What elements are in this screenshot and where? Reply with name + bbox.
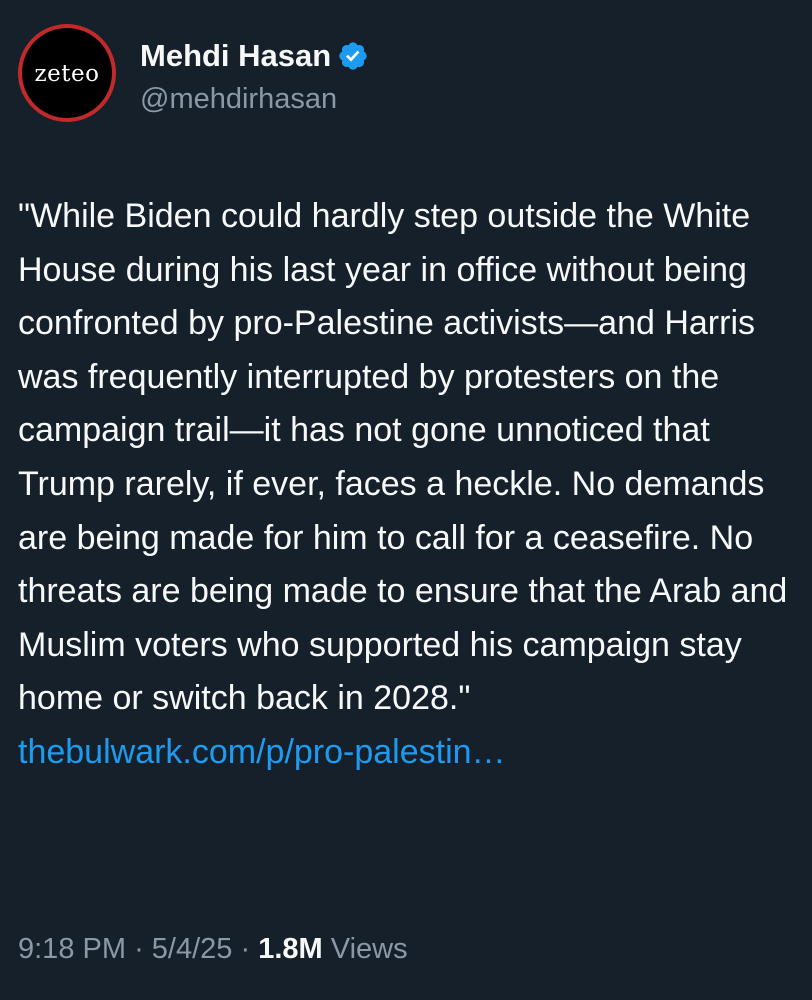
author-display-name[interactable]: Mehdi Hasan xyxy=(140,38,331,74)
tweet-text: "While Biden could hardly step outside t… xyxy=(18,190,798,780)
tweet-header: zeteo Mehdi Hasan @mehdirhasan xyxy=(18,24,369,122)
tweet-time[interactable]: 9:18 PM xyxy=(18,933,126,965)
avatar-inner: zeteo xyxy=(22,28,112,118)
tweet-text-content: "While Biden could hardly step outside t… xyxy=(18,197,797,718)
avatar[interactable]: zeteo xyxy=(18,24,116,122)
avatar-logo-text: zeteo xyxy=(34,61,100,87)
views-count[interactable]: 1.8M xyxy=(258,933,322,965)
verified-badge-svg xyxy=(339,42,367,70)
tweet-meta: 9:18 PM · 5/4/25 · 1.8M Views xyxy=(18,929,408,969)
meta-separator: · xyxy=(240,933,251,965)
tweet-detail: zeteo Mehdi Hasan @mehdirhasan "While Bi… xyxy=(0,0,812,1000)
meta-separator: · xyxy=(134,933,144,965)
author-names: Mehdi Hasan @mehdirhasan xyxy=(140,38,369,116)
verified-badge-icon[interactable] xyxy=(337,40,369,72)
author-handle[interactable]: @mehdirhasan xyxy=(140,82,369,116)
tweet-date[interactable]: 5/4/25 xyxy=(152,933,233,965)
views-label: Views xyxy=(330,933,408,965)
display-name-row: Mehdi Hasan xyxy=(140,38,369,74)
tweet-link[interactable]: thebulwark.com/p/pro-palestin… xyxy=(18,733,506,771)
